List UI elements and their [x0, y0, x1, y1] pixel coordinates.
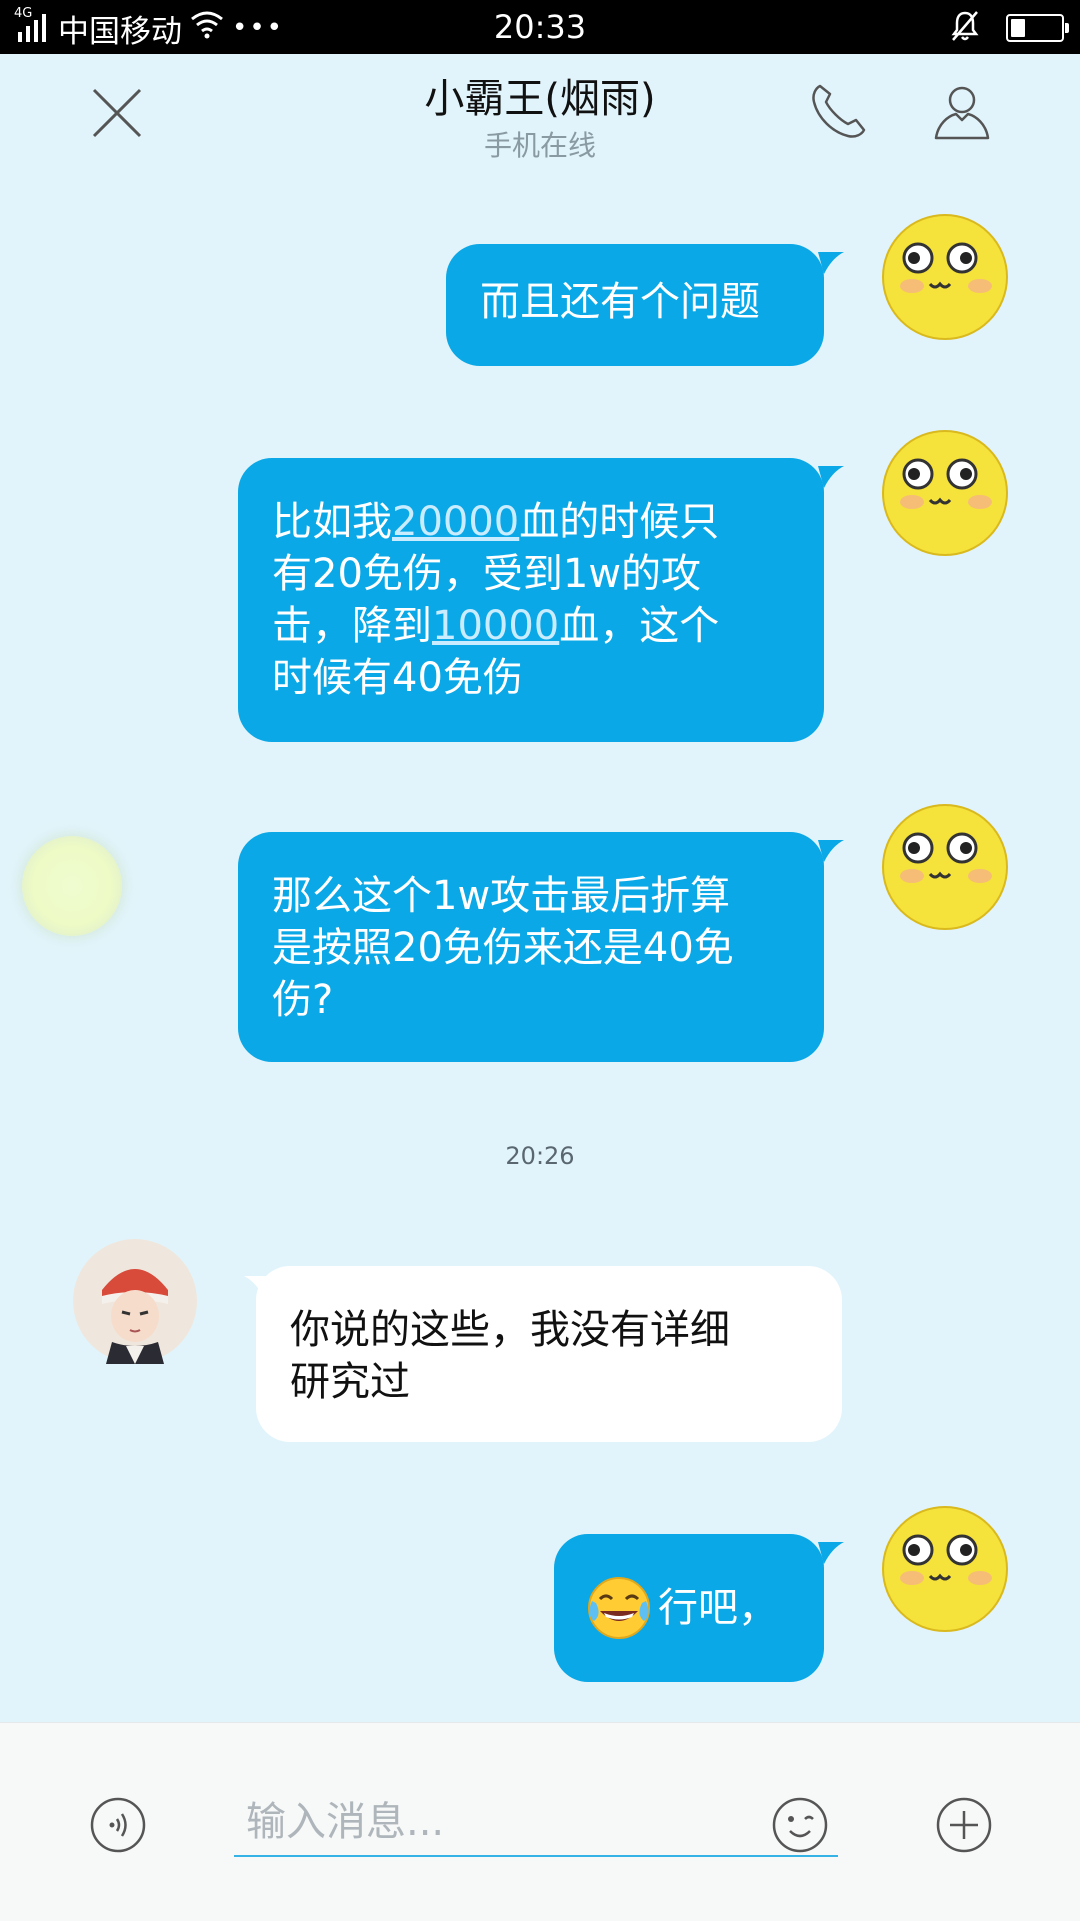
- phone-icon: [812, 84, 866, 138]
- emoji-button[interactable]: [772, 1797, 828, 1853]
- bubble-tail: [818, 840, 844, 862]
- message-text: 比如我20000血的时候只 有20免伤，受到1w的攻 击，降到10000血，这个 时候…: [272, 496, 790, 704]
- message-bubble[interactable]: 而且还有个问题: [446, 244, 824, 366]
- online-status: 手机在线: [483, 129, 596, 162]
- battery-icon: [1006, 14, 1069, 42]
- message-text: 行吧，: [658, 1585, 778, 1631]
- message-line: 时候有40免伤: [272, 652, 790, 704]
- message-line: 击，降到10000血，这个: [272, 600, 790, 652]
- my-avatar[interactable]: [882, 804, 1008, 930]
- message-line: 是按照20免伤来还是40免: [272, 925, 734, 971]
- message-text-segment: 血的时候只: [519, 499, 720, 545]
- bubble-tail: [818, 252, 844, 274]
- message-text-segment: 击，降到: [272, 603, 432, 649]
- message-bubble[interactable]: 那么这个1w攻击最后折算 是按照20免伤来还是40免 伤?: [238, 832, 824, 1062]
- floating-assistant-ball[interactable]: [22, 836, 122, 936]
- message-bubble[interactable]: 你说的这些，我没有详细 研究过: [256, 1266, 842, 1442]
- mute-bell-icon: [950, 10, 980, 46]
- timestamp: 20:26: [505, 1142, 575, 1170]
- more-button[interactable]: [936, 1797, 992, 1853]
- call-button[interactable]: [806, 80, 870, 144]
- status-right: [950, 8, 1069, 48]
- my-avatar[interactable]: [882, 1506, 1008, 1632]
- profile-button[interactable]: [930, 80, 994, 144]
- message-bubble[interactable]: 比如我20000血的时候只 有20免伤，受到1w的攻 击，降到10000血，这个 时候…: [238, 458, 824, 742]
- status-bar: 4G 中国移动 ••• 20:33: [0, 0, 1080, 54]
- status-time: 20:33: [493, 8, 587, 46]
- number-link[interactable]: 20000: [392, 499, 519, 545]
- my-avatar[interactable]: [882, 430, 1008, 556]
- tears-of-joy-emoji-icon: [588, 1577, 650, 1639]
- chat-title: 小霸王(烟雨): [424, 76, 656, 122]
- message-line: 伤?: [272, 977, 334, 1023]
- bubble-tail: [818, 1542, 844, 1564]
- message-text-segment: 血，这个: [559, 603, 720, 649]
- message-text-segment: 有20免伤，受到1w的攻: [272, 551, 702, 597]
- person-icon: [934, 86, 990, 140]
- message-line: 比如我20000血的时候只: [272, 496, 790, 548]
- chat-header: 小霸王(烟雨) 手机在线: [0, 54, 1080, 174]
- message-text: 而且还有个问题: [480, 279, 760, 325]
- message-line: 你说的这些，我没有详细: [290, 1307, 730, 1353]
- message-input[interactable]: [234, 1789, 838, 1857]
- input-bar: [0, 1722, 1080, 1921]
- emoji-wink-icon: [772, 1797, 828, 1853]
- message-line: 研究过: [290, 1359, 410, 1405]
- plus-icon: [936, 1797, 992, 1853]
- message-line: 有20免伤，受到1w的攻: [272, 548, 790, 600]
- message-text-segment: 比如我: [272, 499, 392, 545]
- my-avatar[interactable]: [882, 214, 1008, 340]
- message-line: 那么这个1w攻击最后折算: [272, 873, 731, 919]
- voice-icon: [90, 1797, 146, 1853]
- message-bubble[interactable]: 行吧，: [554, 1534, 824, 1682]
- voice-button[interactable]: [90, 1797, 146, 1853]
- bubble-tail: [818, 466, 844, 488]
- number-link[interactable]: 10000: [432, 603, 559, 649]
- message-text-segment: 时候有40免伤: [272, 655, 523, 701]
- contact-avatar[interactable]: [72, 1238, 198, 1364]
